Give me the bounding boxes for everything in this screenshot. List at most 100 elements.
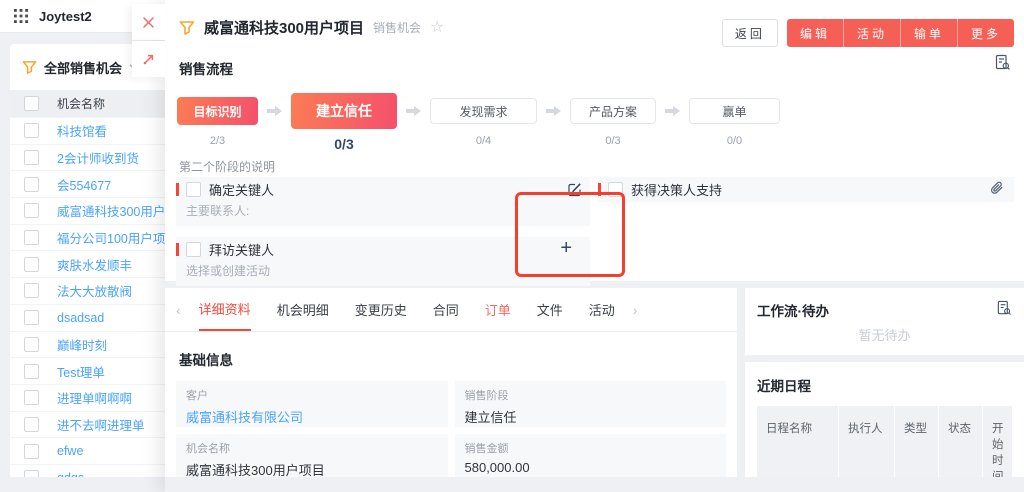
row-checkbox[interactable] [24, 203, 39, 218]
field-sales-stage: 销售阶段 建立信任 [455, 381, 727, 427]
row-checkbox[interactable] [24, 177, 39, 192]
select-all-checkbox[interactable] [24, 96, 39, 111]
task-marker [176, 243, 179, 256]
stage-arrow-icon [665, 92, 680, 130]
task-checkbox[interactable] [608, 182, 623, 197]
opportunity-link[interactable]: gdgs [57, 471, 84, 477]
log-search-icon[interactable] [996, 300, 1012, 316]
close-icon [142, 16, 155, 29]
recent-schedule-card: 近期日程 日程名称 执行人 类型 状态 开始时间 [745, 362, 1024, 477]
favorite-star-icon[interactable]: ☆ [430, 20, 444, 36]
drawer-header: 威富通科技300用户项目 销售机会 ☆ [179, 17, 444, 38]
back-button[interactable]: 返回 [722, 19, 778, 47]
opportunity-link[interactable]: Test理单 [57, 362, 105, 381]
tab-contract[interactable]: 合同 [433, 288, 459, 331]
opportunity-link[interactable]: 2会计师收到货 [57, 148, 139, 167]
opportunity-link[interactable]: 法大大放散阀 [57, 281, 132, 300]
field-opportunity-name: 机会名称 威富通科技300用户项目 [176, 434, 448, 477]
row-checkbox[interactable] [24, 337, 39, 352]
opportunity-link[interactable]: 会554677 [57, 175, 111, 194]
header-actions: 返回 编辑 活动 输单 更多 [722, 19, 1014, 47]
close-button[interactable] [132, 4, 165, 40]
opportunity-link[interactable]: dsadsad [57, 311, 104, 325]
stage-count: 0/0 [727, 135, 742, 147]
tab-activity[interactable]: 活动 [589, 288, 615, 331]
stage-button[interactable]: 发现需求 [430, 98, 537, 124]
more-button[interactable]: 更多 [957, 19, 1014, 47]
add-activity-plus-icon[interactable]: + [560, 237, 572, 260]
customer-link[interactable]: 威富通科技有限公司 [186, 407, 438, 426]
task-desc: 主要联系人: [176, 202, 590, 226]
sales-flow-heading: 销售流程 [179, 58, 233, 78]
stage-button[interactable]: 建立信任 [291, 93, 397, 129]
stage-button[interactable]: 目标识别 [177, 97, 258, 125]
stage-button[interactable]: 赢单 [689, 98, 780, 124]
row-checkbox[interactable] [24, 230, 39, 245]
tabs-scroll-left-icon[interactable]: ‹ [171, 302, 186, 318]
expand-icon [142, 53, 155, 66]
task-marker [598, 183, 601, 196]
detail-tabs-card: ‹ 详细资料 机会明细 变更历史 合同 订单 文件 活动 › 基础信息 客户 威… [165, 288, 737, 477]
field-label: 客户 [186, 387, 438, 403]
task-item: 拜访关键人 选择或创建活动 + [176, 237, 590, 286]
empty-state-text: 暂无待办 [745, 325, 1024, 344]
tab-change-history[interactable]: 变更历史 [355, 288, 407, 331]
field-sales-amount: 销售金额 580,000.00 [455, 434, 727, 477]
row-checkbox[interactable] [24, 470, 39, 477]
row-checkbox[interactable] [24, 417, 39, 432]
page-title: 威富通科技300用户项目 [204, 17, 364, 38]
edit-icon[interactable] [567, 182, 582, 197]
task-checkbox[interactable] [186, 182, 201, 197]
log-search-icon[interactable] [994, 54, 1011, 71]
tab-order[interactable]: 订单 [485, 288, 511, 331]
field-value: 建立信任 [465, 407, 717, 426]
stage-item: 发现需求 0/4 [430, 92, 537, 147]
schedule-table-header: 日程名称 执行人 类型 状态 开始时间 [757, 406, 1012, 477]
task-item: 获得决策人支持 [598, 177, 1014, 202]
opportunity-link[interactable]: efwe [57, 444, 83, 458]
sales-flow-card: 威富通科技300用户项目 销售机会 ☆ 返回 编辑 活动 输单 更多 销售流程 … [165, 0, 1024, 281]
opportunity-link[interactable]: 进理单啊啊啊 [57, 388, 132, 407]
tabs-scroll-right-icon[interactable]: › [628, 302, 643, 318]
edit-button[interactable]: 编辑 [787, 19, 843, 47]
stage-count: 0/4 [476, 135, 491, 147]
opportunity-detail-drawer: 威富通科技300用户项目 销售机会 ☆ 返回 编辑 活动 输单 更多 销售流程 … [165, 0, 1024, 492]
funnel-icon [179, 20, 195, 36]
opportunity-link[interactable]: 巅峰时刻 [57, 335, 107, 354]
activity-button[interactable]: 活动 [843, 19, 900, 47]
field-label: 销售阶段 [465, 387, 717, 403]
row-checkbox[interactable] [24, 123, 39, 138]
tab-files[interactable]: 文件 [537, 288, 563, 331]
row-checkbox[interactable] [24, 310, 39, 325]
field-value: 威富通科技300用户项目 [186, 460, 438, 477]
row-checkbox[interactable] [24, 364, 39, 379]
row-checkbox[interactable] [24, 257, 39, 272]
field-label: 销售金额 [465, 440, 717, 456]
row-checkbox[interactable] [24, 283, 39, 298]
stage-item: 目标识别 2/3 [177, 92, 258, 147]
expand-button[interactable] [132, 41, 165, 77]
app-title: Joytest2 [39, 9, 92, 24]
stage-arrow-icon [267, 92, 282, 130]
tab-detail[interactable]: 详细资料 [199, 288, 251, 331]
app-grid-icon[interactable] [14, 9, 28, 23]
tab-opportunity-lines[interactable]: 机会明细 [277, 288, 329, 331]
stage-count: 2/3 [210, 135, 225, 147]
task-label: 拜访关键人 [209, 240, 274, 259]
row-checkbox[interactable] [24, 444, 39, 459]
opportunity-link[interactable]: 爽肤水发顺丰 [57, 255, 132, 274]
paperclip-icon[interactable] [990, 181, 1004, 196]
tab-bar: ‹ 详细资料 机会明细 变更历史 合同 订单 文件 活动 › [165, 288, 737, 332]
task-label: 获得决策人支持 [631, 180, 722, 199]
opportunity-link[interactable]: 科技馆看 [57, 121, 107, 140]
opportunity-link[interactable]: 进不去啊进理单 [57, 415, 145, 434]
field-label: 机会名称 [186, 440, 438, 456]
lose-order-button[interactable]: 输单 [900, 19, 957, 47]
task-checkbox[interactable] [186, 242, 201, 257]
list-filter-label[interactable]: 全部销售机会 [44, 58, 122, 77]
stage-button[interactable]: 产品方案 [570, 98, 656, 124]
row-checkbox[interactable] [24, 150, 39, 165]
opportunity-link[interactable]: 福分公司100用户项目 [57, 228, 178, 247]
row-checkbox[interactable] [24, 390, 39, 405]
basic-info-heading: 基础信息 [179, 349, 737, 369]
